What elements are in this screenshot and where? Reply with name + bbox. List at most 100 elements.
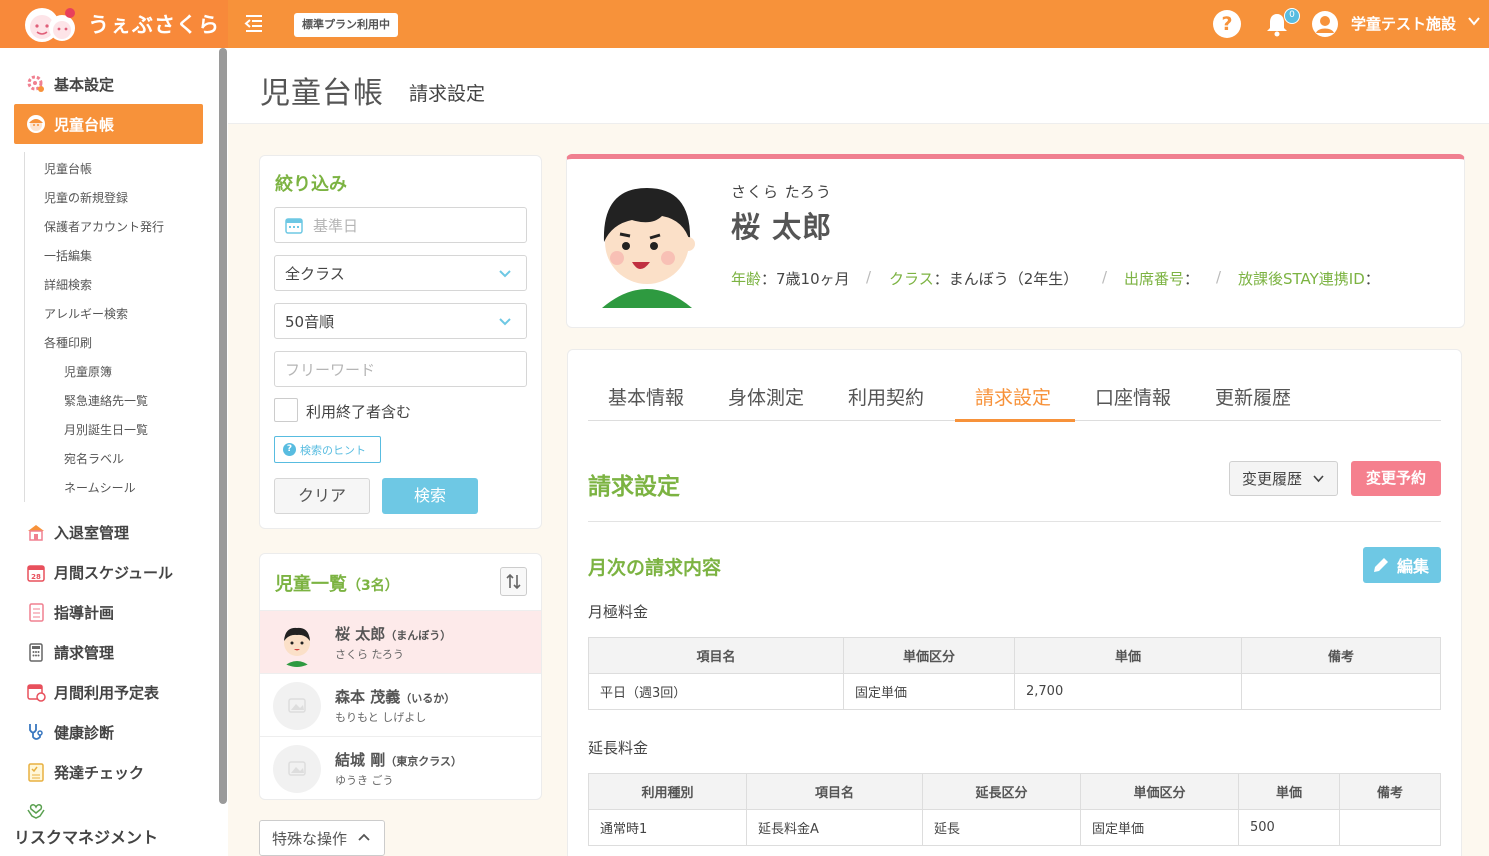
sidebar-scrollbar[interactable] — [219, 48, 227, 804]
sidebar-item-basic-settings[interactable]: 基本設定 — [14, 64, 203, 104]
tab-billing-settings[interactable]: 請求設定 — [975, 383, 1051, 410]
edit-button[interactable]: 編集 — [1363, 547, 1441, 583]
change-history-dropdown[interactable]: 変更履歴 — [1229, 461, 1338, 496]
clear-button[interactable]: クリア — [274, 478, 370, 514]
tab-bank-info[interactable]: 口座情報 — [1095, 383, 1171, 410]
child-face-icon — [27, 115, 45, 133]
submenu-printing[interactable]: 各種印刷 — [44, 334, 92, 351]
menu-toggle-icon[interactable] — [243, 12, 265, 34]
child-row[interactable]: 森本 茂義（いるか） もりもと しげよし — [260, 673, 541, 736]
sidebar-item-monthly-plan[interactable]: 月間利用予定表 — [14, 672, 203, 712]
calendar-icon — [285, 218, 303, 234]
search-hint-label: 検索のヒント — [300, 443, 366, 457]
submenu-print-labels[interactable]: 宛名ラベル — [64, 450, 124, 467]
children-list-title: 児童一覧（3名） — [275, 570, 399, 596]
tab-update-history[interactable]: 更新履歴 — [1215, 383, 1291, 410]
profile-separator: / — [866, 268, 872, 286]
sidebar-item-development-check[interactable]: 発達チェック — [14, 752, 203, 792]
plan-badge: 標準プラン利用中 — [294, 13, 398, 37]
submenu-allergy-search[interactable]: アレルギー検索 — [44, 305, 128, 322]
submenu-bulk-edit[interactable]: 一括編集 — [44, 247, 92, 264]
help-icon[interactable]: ? — [1213, 10, 1241, 38]
sidebar-item-child-ledger[interactable]: 児童台帳 — [14, 104, 203, 144]
user-avatar-icon[interactable] — [1311, 10, 1339, 38]
column-header: 単価区分 — [1080, 773, 1239, 810]
sidebar-item-guidance-plan[interactable]: 指導計画 — [14, 592, 203, 632]
order-select[interactable]: 50音順 — [274, 303, 527, 339]
sort-icon — [506, 573, 521, 590]
submenu-guardian-account[interactable]: 保護者アカウント発行 — [44, 218, 164, 235]
hands-heart-icon — [27, 804, 45, 819]
sort-button[interactable] — [500, 567, 527, 596]
submenu-print-name-seals[interactable]: ネームシール — [64, 479, 136, 496]
school-icon — [28, 525, 44, 541]
svg-text:28: 28 — [31, 573, 41, 581]
change-reservation-button[interactable]: 変更予約 — [1351, 461, 1441, 496]
profile-attendance-no: 出席番号： — [1124, 270, 1200, 288]
sidebar-item-label: 月間利用予定表 — [54, 683, 160, 702]
submenu-print-birthdays[interactable]: 月別誕生日一覧 — [64, 421, 148, 438]
child-name: 森本 茂義（いるか） — [335, 688, 456, 706]
table-cell: 平日（週3回） — [588, 673, 844, 710]
base-date-placeholder: 基準日 — [313, 216, 359, 235]
sidebar-item-entry-exit[interactable]: 入退室管理 — [14, 512, 203, 552]
calculator-icon — [29, 643, 43, 662]
pencil-icon — [1374, 558, 1388, 572]
table-cell — [1339, 809, 1441, 846]
app-logo[interactable]: うぇぶさくら — [22, 4, 220, 44]
search-hint-button[interactable]: ? 検索のヒント — [274, 436, 381, 463]
edit-label: 編集 — [1397, 557, 1430, 576]
extension-fee-table: 利用種別 項目名 延長区分 単価区分 単価 備考 通常時1 延長料金A 延長 固… — [588, 773, 1441, 846]
child-row[interactable]: 桜 太郎（まんぼう） さくら たろう — [260, 610, 541, 673]
special-operations-button[interactable]: 特殊な操作 — [259, 820, 385, 856]
submenu-new-registration[interactable]: 児童の新規登録 — [44, 189, 128, 206]
question-icon: ? — [283, 443, 296, 456]
active-tab-indicator — [955, 419, 1075, 422]
order-select-value: 50音順 — [285, 312, 335, 331]
profile-class: クラス：まんぼう（2年生） — [889, 270, 1079, 288]
child-portrait-icon — [602, 188, 695, 308]
monthly-billing-title: 月次の請求内容 — [588, 557, 722, 579]
column-header: 単価 — [1238, 773, 1340, 810]
facility-name[interactable]: 学童テスト施設 — [1351, 13, 1456, 34]
gear-icon — [27, 75, 44, 92]
child-name: 結城 剛（東京クラス） — [335, 751, 463, 769]
table-cell — [1241, 673, 1441, 710]
tab-body-measurement[interactable]: 身体測定 — [728, 383, 804, 410]
table-header-row: 利用種別 項目名 延長区分 単価区分 単価 備考 — [588, 773, 1441, 810]
submenu-print-emergency[interactable]: 緊急連絡先一覧 — [64, 392, 148, 409]
keyword-input[interactable]: フリーワード — [274, 351, 527, 387]
profile-kana: さくら たろう — [731, 183, 832, 201]
special-operations-label: 特殊な操作 — [272, 829, 348, 848]
child-avatar — [273, 619, 321, 667]
include-ended-checkbox[interactable] — [274, 398, 298, 422]
search-button[interactable]: 検索 — [382, 478, 478, 514]
table-cell: 固定単価 — [1080, 809, 1239, 846]
child-kana: もりもと しげよし — [335, 711, 427, 724]
sidebar-item-billing[interactable]: 請求管理 — [14, 632, 203, 672]
chevron-up-icon — [358, 833, 370, 841]
calendar-icon: 28 — [27, 565, 45, 582]
change-history-label: 変更履歴 — [1242, 470, 1303, 488]
submenu-child-ledger[interactable]: 児童台帳 — [44, 160, 92, 177]
sidebar-item-risk-management[interactable]: リスクマネジメント — [14, 800, 203, 850]
table-cell: 固定単価 — [843, 673, 1015, 710]
sidebar-item-monthly-schedule[interactable]: 28 月間スケジュール — [14, 552, 203, 592]
sidebar-item-health-check[interactable]: 健康診断 — [14, 712, 203, 752]
tab-basic-info[interactable]: 基本情報 — [608, 383, 684, 410]
base-date-input[interactable]: 基準日 — [274, 207, 527, 243]
chevron-down-icon[interactable] — [1467, 14, 1481, 28]
class-select[interactable]: 全クラス — [274, 255, 527, 291]
section-divider — [588, 521, 1441, 522]
submenu-detail-search[interactable]: 詳細検索 — [44, 276, 92, 293]
keyword-placeholder: フリーワード — [285, 360, 376, 379]
column-header: 単価区分 — [843, 637, 1015, 674]
monthly-fee-table: 項目名 単価区分 単価 備考 平日（週3回） 固定単価 2,700 — [588, 637, 1441, 710]
column-header: 項目名 — [746, 773, 923, 810]
column-header: 単価 — [1014, 637, 1242, 674]
include-ended-label[interactable]: 利用終了者含む — [306, 401, 411, 422]
tab-contract[interactable]: 利用契約 — [848, 383, 924, 410]
child-avatar — [273, 745, 321, 793]
submenu-print-register[interactable]: 児童原簿 — [64, 363, 112, 380]
child-row[interactable]: 結城 剛（東京クラス） ゆうき ごう — [260, 736, 541, 799]
